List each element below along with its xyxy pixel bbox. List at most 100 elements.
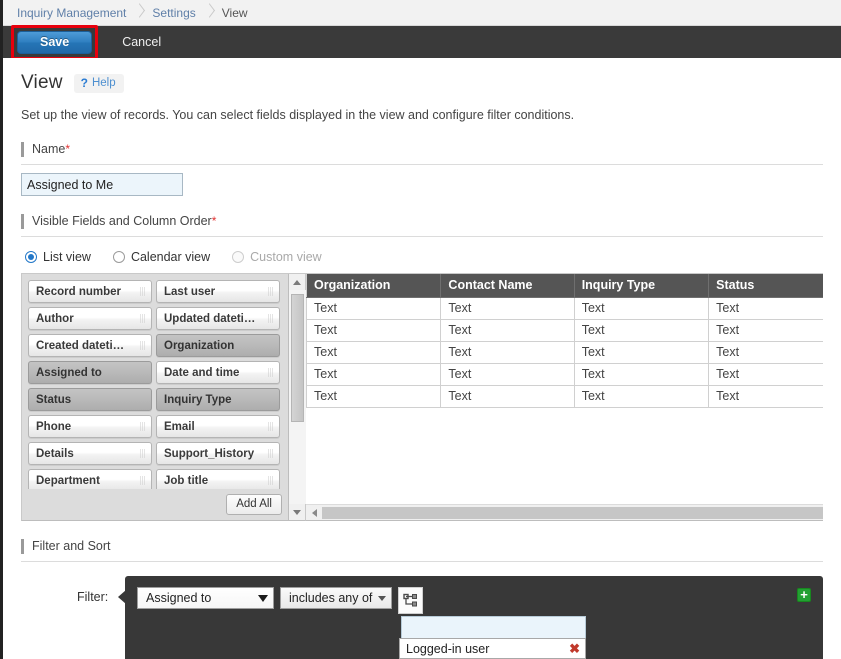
preview-table: OrganizationContact NameInquiry TypeStat… <box>306 274 823 408</box>
radio-calendar-view[interactable] <box>113 251 125 263</box>
preview-table-body: OrganizationContact NameInquiry TypeStat… <box>306 274 823 504</box>
table-column-header[interactable]: Status <box>709 274 823 298</box>
field-chip[interactable]: Department <box>28 469 152 489</box>
filter-operator-select[interactable]: includes any of <box>280 587 392 609</box>
table-row: TextTextTextTextText <box>307 298 824 320</box>
filter-panel: Filter: Assigned to includes any of <box>125 576 823 659</box>
table-column-header[interactable]: Inquiry Type <box>574 274 708 298</box>
table-column-header[interactable]: Organization <box>307 274 441 298</box>
filter-section-label: Filter and Sort <box>21 539 823 554</box>
required-marker: * <box>212 214 217 228</box>
drag-handle-icon[interactable] <box>140 287 147 296</box>
visible-fields-section-label: Visible Fields and Column Order* <box>21 214 823 229</box>
field-chip-label: Support_History <box>164 448 254 460</box>
radio-list-view[interactable] <box>25 251 37 263</box>
palette-footer: Add All <box>22 489 288 520</box>
table-cell: Text <box>574 342 708 364</box>
field-chip[interactable]: Support_History <box>156 442 280 465</box>
filter-label: Filter: <box>77 590 108 604</box>
page-content: View ? Help Set up the view of records. … <box>3 58 841 521</box>
filter-field-select[interactable]: Assigned to <box>137 587 274 609</box>
field-chip[interactable]: Status <box>28 388 152 411</box>
drag-handle-icon[interactable] <box>268 449 275 458</box>
filter-value-input[interactable] <box>401 616 586 639</box>
field-chip-label: Created dateti… <box>36 340 124 352</box>
field-chip[interactable]: Organization <box>156 334 280 357</box>
drag-handle-icon[interactable] <box>268 314 275 323</box>
field-chip[interactable]: Phone <box>28 415 152 438</box>
field-chip[interactable]: Created dateti… <box>28 334 152 357</box>
field-chip[interactable]: Inquiry Type <box>156 388 280 411</box>
view-mode-radio-group: List view Calendar view Custom view <box>25 250 823 264</box>
drag-handle-icon[interactable] <box>268 368 275 377</box>
filter-pointer-icon <box>118 590 126 604</box>
radio-option-calendar-view[interactable]: Calendar view <box>113 250 210 264</box>
field-chip[interactable]: Assigned to <box>28 361 152 384</box>
org-tree-picker-icon <box>403 593 418 608</box>
chevron-down-icon <box>378 596 386 601</box>
table-preview: OrganizationContact NameInquiry TypeStat… <box>306 274 823 521</box>
field-chip[interactable]: Updated dateti… <box>156 307 280 330</box>
drag-handle-icon[interactable] <box>268 476 275 485</box>
preview-horizontal-scrollbar[interactable] <box>306 504 823 520</box>
horizontal-scroll-track[interactable] <box>322 505 823 521</box>
field-chip-label: Assigned to <box>36 367 102 379</box>
field-chip-label: Phone <box>36 421 71 433</box>
table-cell: Text <box>574 320 708 342</box>
field-chip[interactable]: Email <box>156 415 280 438</box>
table-column-header[interactable]: Contact Name <box>441 274 574 298</box>
scroll-down-arrow-icon[interactable] <box>289 504 306 520</box>
page-body: View ? Help Set up the view of records. … <box>3 58 841 659</box>
breadcrumb-item-inquiry-management[interactable]: Inquiry Management <box>17 6 126 20</box>
drag-handle-icon[interactable] <box>140 449 147 458</box>
vertical-scroll-thumb[interactable] <box>291 294 304 422</box>
table-cell: Text <box>709 320 823 342</box>
breadcrumb-item-settings[interactable]: Settings <box>152 6 195 20</box>
table-cell: Text <box>574 386 708 408</box>
horizontal-scroll-thumb[interactable] <box>322 507 823 519</box>
page-title: View <box>21 72 63 94</box>
filter-operator-value: includes any of <box>289 591 372 605</box>
table-row: TextTextTextTextText <box>307 364 824 386</box>
field-chip[interactable]: Last user <box>156 280 280 303</box>
drag-handle-icon[interactable] <box>140 341 147 350</box>
drag-handle-icon[interactable] <box>140 314 147 323</box>
table-header-row: OrganizationContact NameInquiry TypeStat… <box>307 274 824 298</box>
field-chip[interactable]: Job title <box>156 469 280 489</box>
org-tree-picker-button[interactable] <box>398 587 423 614</box>
drag-handle-icon[interactable] <box>140 476 147 485</box>
table-row: TextTextTextTextText <box>307 342 824 364</box>
field-chip-label: Author <box>36 313 74 325</box>
radio-option-list-view[interactable]: List view <box>25 250 91 264</box>
drag-handle-icon[interactable] <box>268 287 275 296</box>
view-name-input[interactable] <box>21 173 183 196</box>
section-divider <box>21 157 823 165</box>
help-button[interactable]: ? Help <box>74 74 124 93</box>
field-chip[interactable]: Date and time <box>156 361 280 384</box>
filter-condition-row: Assigned to includes any of <box>137 587 811 614</box>
drag-handle-icon[interactable] <box>268 422 275 431</box>
vertical-scroll-track[interactable] <box>289 290 306 504</box>
palette-vertical-scrollbar[interactable] <box>289 274 306 521</box>
save-button[interactable]: Save <box>17 31 92 54</box>
field-chip-label: Date and time <box>164 367 239 379</box>
field-chip-label: Job title <box>164 475 208 487</box>
table-cell: Text <box>307 320 441 342</box>
page-header: View ? Help <box>21 72 823 94</box>
table-cell: Text <box>709 298 823 320</box>
filter-selected-value-row: Logged-in user ✖ <box>399 638 586 659</box>
cancel-button[interactable]: Cancel <box>116 31 167 53</box>
add-condition-button[interactable]: + <box>797 588 811 602</box>
add-all-button[interactable]: Add All <box>226 494 282 515</box>
required-marker: * <box>65 142 70 156</box>
scroll-up-arrow-icon[interactable] <box>289 274 306 290</box>
remove-x-icon[interactable]: ✖ <box>569 642 580 655</box>
field-chip[interactable]: Details <box>28 442 152 465</box>
drag-handle-icon[interactable] <box>140 422 147 431</box>
field-chip[interactable]: Record number <box>28 280 152 303</box>
table-cell: Text <box>307 386 441 408</box>
field-chip[interactable]: Author <box>28 307 152 330</box>
scroll-left-arrow-icon[interactable] <box>306 505 322 521</box>
filter-and-sort-section: Filter and Sort Filter: Assigned to incl… <box>3 521 841 659</box>
table-cell: Text <box>574 298 708 320</box>
